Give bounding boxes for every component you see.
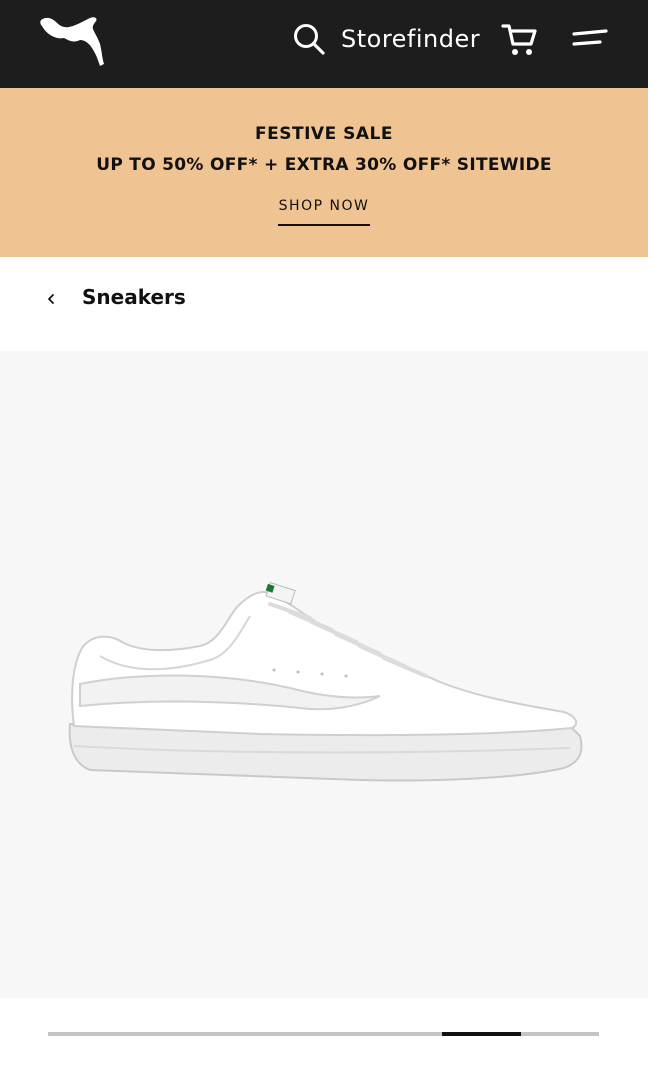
promo-banner: FESTIVE SALE UP TO 50% OFF* + EXTRA 30% … [0,88,648,257]
breadcrumb: Sneakers [0,257,648,351]
promo-title: FESTIVE SALE [255,124,393,144]
cart-icon[interactable] [500,20,540,58]
search-icon[interactable] [292,22,326,56]
puma-logo[interactable] [38,12,110,68]
site-header: Storefinder [0,0,648,88]
sneaker-image [68,581,583,782]
shop-now-link[interactable]: SHOP NOW [278,198,370,226]
chevron-left-icon[interactable] [44,289,58,309]
menu-icon[interactable] [570,26,610,52]
breadcrumb-sneakers-link[interactable]: Sneakers [82,285,186,309]
product-image-area[interactable] [0,351,648,998]
carousel-active-indicator [442,1032,521,1036]
promo-subtitle: UP TO 50% OFF* + EXTRA 30% OFF* SITEWIDE [96,155,552,175]
image-carousel-progress[interactable] [48,1032,599,1036]
storefinder-link[interactable]: Storefinder [341,24,480,54]
